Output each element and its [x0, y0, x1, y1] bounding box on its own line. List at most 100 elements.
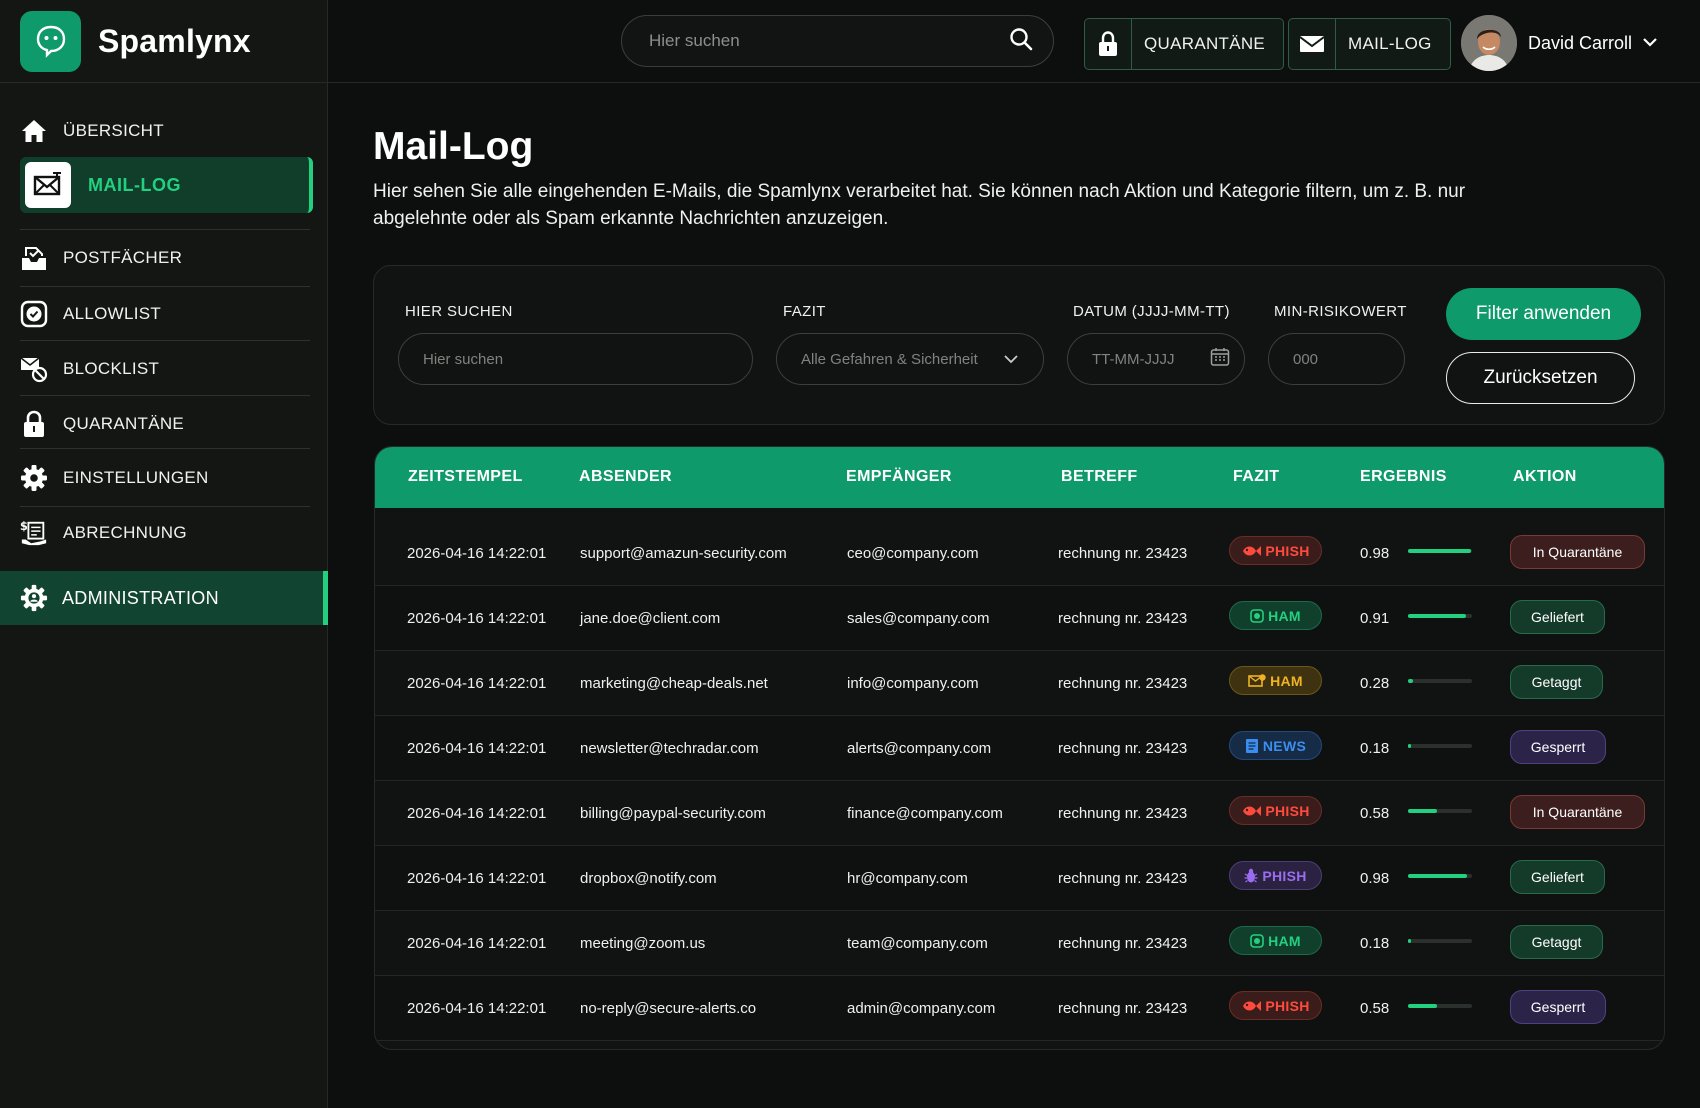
column-header[interactable]: ZEITSTEMPEL — [408, 468, 523, 486]
sidebar: Spamlynx ÜBERSICHT MAIL-LOG POSTFÄCHER A… — [0, 0, 328, 1108]
score-bar — [1408, 939, 1472, 943]
date-filter[interactable] — [1067, 333, 1245, 385]
column-header[interactable]: EMPFÄNGER — [846, 468, 952, 486]
divider — [20, 229, 310, 230]
global-search-input[interactable] — [649, 31, 1009, 51]
cell-timestamp: 2026-04-16 14:22:01 — [407, 1000, 547, 1017]
fazit-badge: PHISH — [1229, 861, 1322, 890]
divider — [20, 395, 310, 396]
fazit-badge: PHISH — [1229, 536, 1322, 565]
table-row[interactable]: 2026-04-16 14:22:01 no-reply@secure-aler… — [375, 976, 1664, 1041]
table-row[interactable]: 2026-04-16 14:22:01 dropbox@notify.com h… — [375, 846, 1664, 911]
sidebar-item-billing[interactable]: $ ABRECHNUNG — [20, 506, 310, 560]
sidebar-item-settings[interactable]: EINSTELLUNGEN — [20, 451, 310, 505]
bug-icon — [1244, 868, 1258, 884]
apply-filter-button[interactable]: Filter anwenden — [1446, 288, 1641, 340]
date-filter-label: DATUM (JJJJ-MM-TT) — [1073, 303, 1230, 320]
sidebar-item-label: MAIL-LOG — [88, 174, 181, 195]
cell-timestamp: 2026-04-16 14:22:01 — [407, 545, 547, 562]
cell-score: 0.98 — [1360, 545, 1390, 562]
search-filter[interactable] — [398, 333, 753, 385]
table-row[interactable]: 2026-04-16 14:22:01 marketing@cheap-deal… — [375, 651, 1664, 716]
cell-subject: rechnung nr. 23423 — [1058, 805, 1188, 822]
column-header[interactable]: ABSENDER — [579, 468, 672, 486]
fazit-badge: HAM — [1229, 926, 1322, 955]
column-header[interactable]: ERGEBNIS — [1360, 468, 1447, 486]
inbox-icon — [20, 244, 48, 272]
cell-timestamp: 2026-04-16 14:22:01 — [407, 740, 547, 757]
user-name: David Carroll — [1528, 32, 1633, 53]
table-row[interactable]: 2026-04-16 14:22:01 newsletter@techradar… — [375, 716, 1664, 781]
column-header[interactable]: FAZIT — [1233, 468, 1279, 486]
chevron-down-icon — [1003, 351, 1019, 368]
table-header: ZEITSTEMPEL ABSENDER EMPFÄNGER BETREFF F… — [375, 447, 1664, 508]
risk-filter-input[interactable] — [1293, 350, 1380, 368]
calendar-icon[interactable] — [1210, 347, 1230, 371]
cell-subject: rechnung nr. 23423 — [1058, 610, 1188, 627]
column-header[interactable]: AKTION — [1513, 468, 1577, 486]
score-bar-fill — [1408, 744, 1411, 748]
cell-sender: jane.doe@client.com — [580, 610, 721, 627]
sidebar-item-label: ABRECHNUNG — [63, 523, 187, 542]
sidebar-item-administration[interactable]: ADMINISTRATION — [0, 571, 328, 625]
search-icon[interactable] — [1009, 27, 1033, 56]
search-filter-input[interactable] — [423, 350, 728, 368]
action-badge[interactable]: Getaggt — [1510, 925, 1603, 959]
spamlynx-logo-icon[interactable] — [20, 10, 81, 72]
maillog-shortcut-button[interactable]: MAIL-LOG — [1288, 18, 1451, 70]
sidebar-item-mail-log[interactable]: MAIL-LOG — [20, 157, 313, 213]
fazit-label: PHISH — [1262, 867, 1307, 884]
sidebar-item-mailboxes[interactable]: POSTFÄCHER — [20, 231, 310, 285]
sidebar-item-label: ALLOWLIST — [63, 304, 162, 323]
fazit-label: HAM — [1268, 932, 1301, 949]
risk-filter[interactable] — [1268, 333, 1405, 385]
action-badge[interactable]: In Quarantäne — [1510, 535, 1645, 569]
chevron-down-icon[interactable] — [1642, 34, 1658, 52]
cell-recipient: team@company.com — [847, 935, 988, 952]
divider — [20, 448, 310, 449]
score-bar — [1408, 614, 1472, 618]
sidebar-item-overview[interactable]: ÜBERSICHT — [20, 104, 310, 158]
date-filter-input[interactable] — [1092, 350, 1210, 368]
action-badge[interactable]: Geliefert — [1510, 860, 1605, 894]
table-row[interactable]: 2026-04-16 14:22:01 billing@paypal-secur… — [375, 781, 1664, 846]
user-menu[interactable]: David Carroll — [1461, 15, 1658, 71]
score-bar-fill — [1408, 939, 1411, 943]
table-row[interactable]: 2026-04-16 14:22:01 meeting@zoom.us team… — [375, 911, 1664, 976]
fazit-badge: HAM — [1229, 666, 1322, 695]
top-bar: QUARANTÄNE MAIL-LOG David Carroll — [328, 0, 1700, 83]
fazit-select[interactable]: Alle Gefahren & Sicherheit — [776, 333, 1044, 385]
admin-label: ADMINISTRATION — [62, 587, 219, 608]
home-icon — [20, 117, 48, 145]
cell-recipient: admin@company.com — [847, 1000, 996, 1017]
fazit-label: PHISH — [1265, 542, 1310, 559]
score-bar — [1408, 874, 1472, 878]
action-badge[interactable]: Geliefert — [1510, 600, 1605, 634]
fazit-badge: PHISH — [1229, 991, 1322, 1020]
quarantine-shortcut-button[interactable]: QUARANTÄNE — [1084, 18, 1285, 70]
table-row[interactable]: 2026-04-16 14:22:01 support@amazun-secur… — [375, 521, 1664, 586]
column-header[interactable]: BETREFF — [1061, 468, 1138, 486]
risk-filter-label: MIN-RISIKOWERT — [1274, 303, 1407, 320]
cell-sender: newsletter@techradar.com — [580, 740, 759, 757]
action-badge[interactable]: Gesperrt — [1510, 990, 1606, 1024]
fazit-label: HAM — [1268, 607, 1301, 624]
sidebar-item-allowlist[interactable]: ALLOWLIST — [20, 287, 310, 341]
brand-name: Spamlynx — [98, 22, 251, 59]
cell-score: 0.58 — [1360, 1000, 1390, 1017]
action-badge[interactable]: Gesperrt — [1510, 730, 1606, 764]
avatar[interactable] — [1461, 15, 1517, 71]
newspaper-icon — [1245, 738, 1259, 754]
action-badge[interactable]: Getaggt — [1510, 665, 1603, 699]
sidebar-item-blocklist[interactable]: BLOCKLIST — [20, 342, 310, 396]
quarantine-shortcut-label: QUARANTÄNE — [1144, 34, 1266, 53]
table-row[interactable]: 2026-04-16 14:22:01 jane.doe@client.com … — [375, 586, 1664, 651]
cell-score: 0.98 — [1360, 870, 1390, 887]
sidebar-item-quarantine[interactable]: QUARANTÄNE — [20, 397, 310, 451]
divider — [20, 340, 310, 341]
action-badge[interactable]: In Quarantäne — [1510, 795, 1645, 829]
reset-filter-button[interactable]: Zurücksetzen — [1446, 352, 1635, 404]
cell-score: 0.18 — [1360, 935, 1390, 952]
score-bar-fill — [1408, 549, 1471, 553]
global-search[interactable] — [621, 15, 1054, 67]
